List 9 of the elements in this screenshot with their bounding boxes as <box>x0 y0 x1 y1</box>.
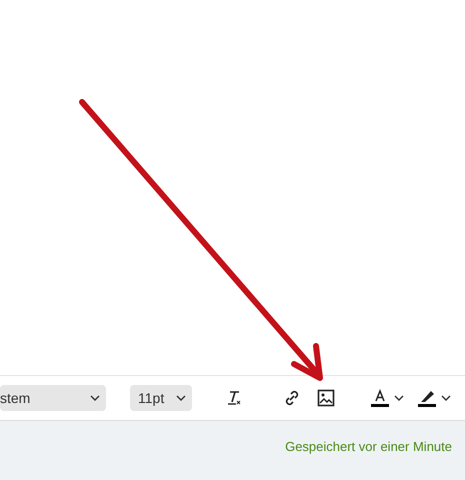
chevron-icon <box>90 395 100 401</box>
save-status: Gespeichert vor einer Minute <box>285 439 452 454</box>
font-size-select[interactable]: 11pt <box>130 385 192 411</box>
text-color-icon <box>370 389 390 407</box>
chevron-icon <box>441 395 451 401</box>
font-select[interactable]: stem <box>0 385 106 411</box>
chevron-icon <box>176 395 186 401</box>
chevron-icon <box>394 395 404 401</box>
highlighter-icon <box>417 389 437 407</box>
